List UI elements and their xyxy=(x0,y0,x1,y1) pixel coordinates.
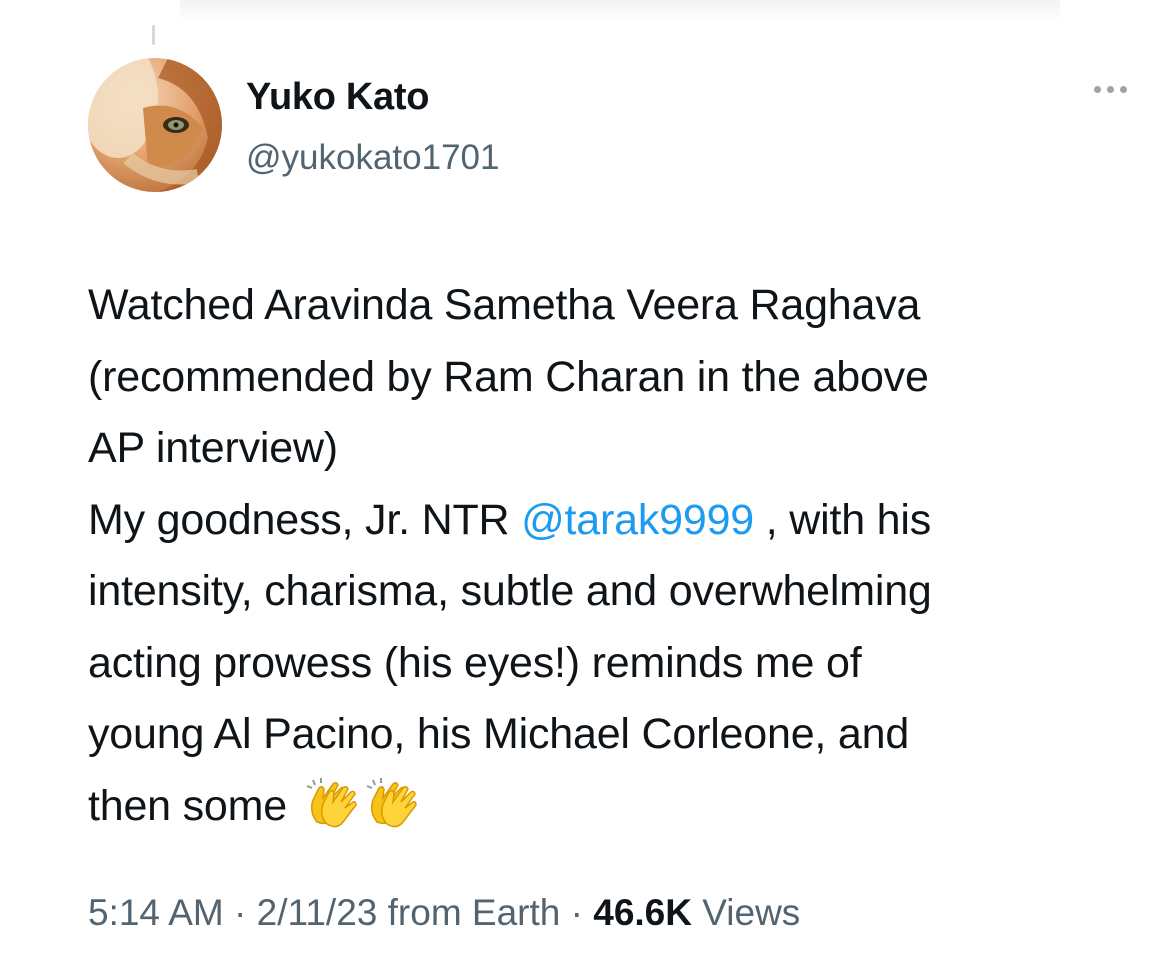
more-dot xyxy=(1107,86,1114,93)
tweet-line: young Al Pacino, his Michael Corleone, a… xyxy=(88,710,910,758)
mention-link[interactable]: @tarak9999 xyxy=(521,496,754,544)
clapping-hands-icon xyxy=(366,777,417,827)
author-handle[interactable]: @yukokato1701 xyxy=(246,138,499,178)
top-fade xyxy=(180,0,1060,22)
cat-photo-avatar-icon xyxy=(88,58,222,192)
views-count[interactable]: 46.6K xyxy=(593,892,692,933)
tweet-line: AP interview) xyxy=(88,424,338,472)
meta-separator: · xyxy=(560,892,594,933)
tweet-line: (recommended by Ram Charan in the above xyxy=(88,352,929,401)
tweet-date[interactable]: 2/11/23 xyxy=(257,892,378,933)
tweet-line: then some xyxy=(88,771,1138,843)
tweet-time[interactable]: 5:14 AM xyxy=(88,892,224,933)
meta-separator: · xyxy=(223,892,257,933)
more-dot xyxy=(1094,86,1101,93)
tweet-line: acting prowess (his eyes!) reminds me of xyxy=(88,638,862,687)
more-options-icon[interactable] xyxy=(1094,86,1127,93)
avatar[interactable] xyxy=(88,58,222,192)
author-display-name[interactable]: Yuko Kato xyxy=(246,76,429,119)
tweet-text: Watched Aravinda Sametha Veera Raghava (… xyxy=(88,270,1138,842)
tweet-line: My goodness, Jr. NTR @tarak9999 , with h… xyxy=(88,485,1138,557)
tweet-meta: 5:14 AM · 2/11/23 from Earth · 46.6K Vie… xyxy=(88,892,800,934)
tweet-text-segment: My goodness, Jr. NTR xyxy=(88,495,522,544)
thread-connector-line xyxy=(152,25,155,45)
tweet-source: from Earth xyxy=(377,892,561,933)
tweet-text-segment: then some xyxy=(88,781,287,830)
views-label: Views xyxy=(691,892,801,933)
tweet-text-segment: , with his xyxy=(754,495,932,544)
tweet-line: Watched Aravinda Sametha Veera Raghava xyxy=(88,281,921,329)
clapping-hands-icon xyxy=(306,777,357,827)
tweet-line: intensity, charisma, subtle and overwhel… xyxy=(88,567,932,615)
more-dot xyxy=(1120,86,1127,93)
